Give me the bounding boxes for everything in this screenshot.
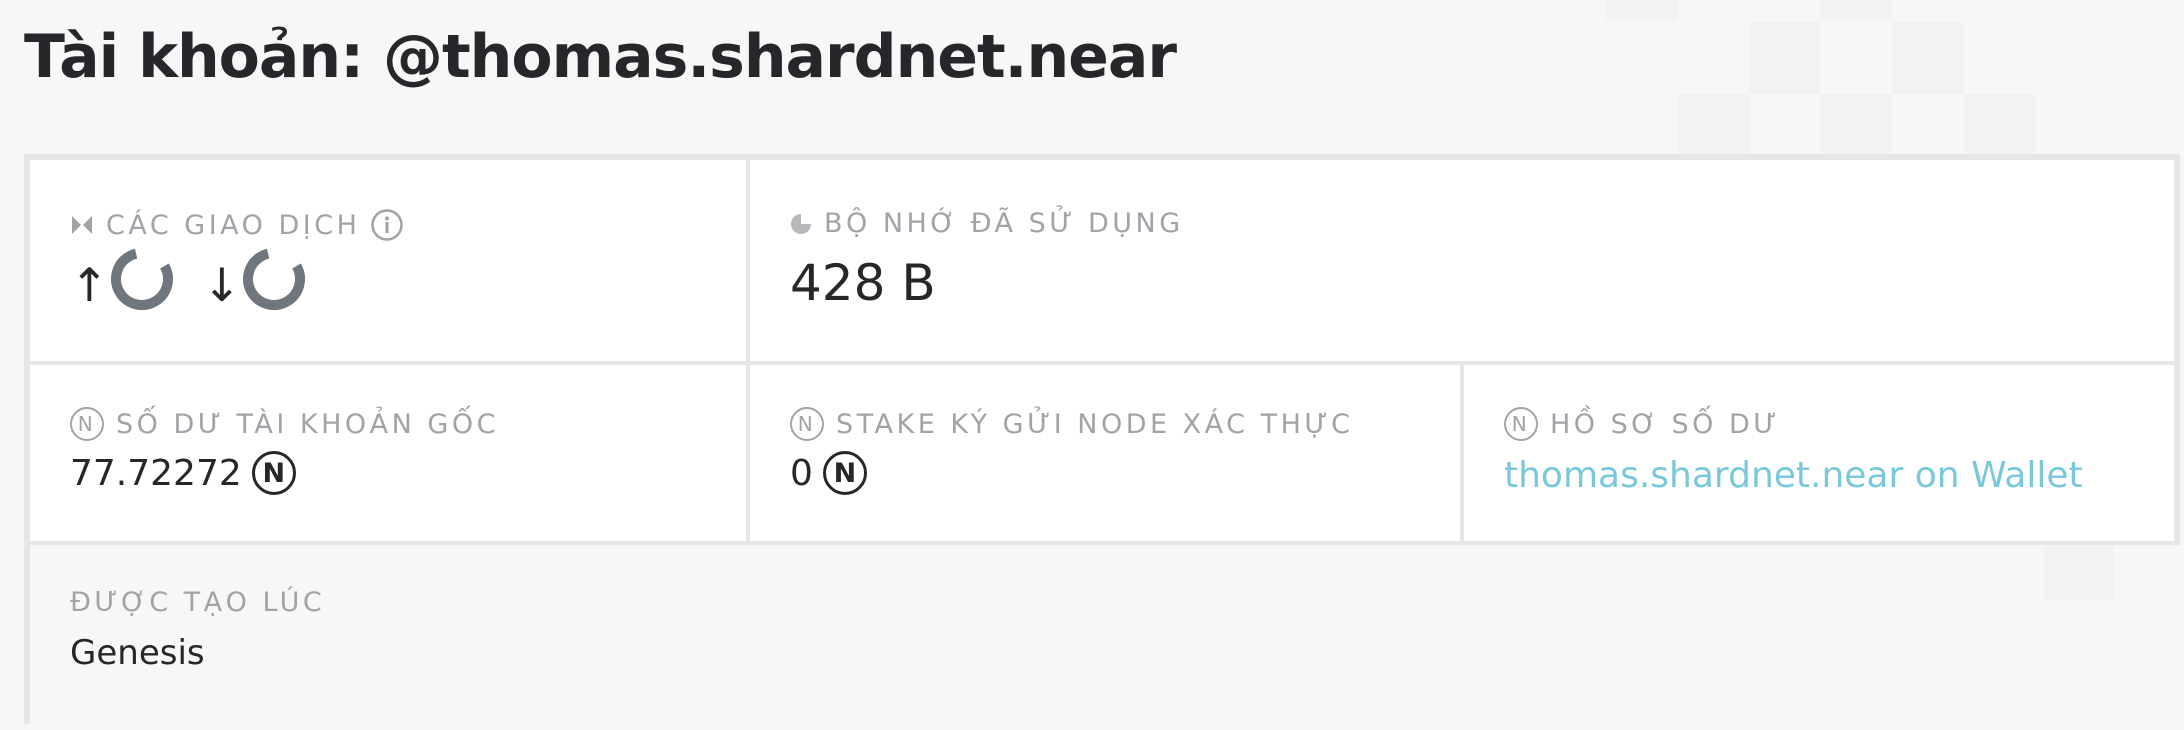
info-icon[interactable] — [370, 208, 404, 242]
incoming-loading-spinner — [107, 244, 177, 314]
balance-profile-cell: N HỒ SƠ SỐ DƯ thomas.shardnet.near on Wa… — [1464, 365, 2180, 541]
background-pattern — [1964, 94, 2036, 154]
transactions-label: CÁC GIAO DỊCH — [106, 209, 361, 241]
background-pattern — [1892, 22, 1964, 94]
near-icon: N — [1504, 407, 1538, 441]
wallet-link[interactable]: thomas.shardnet.near on Wallet — [1504, 455, 2083, 496]
created-label: ĐƯỢC TẠO LÚC — [70, 587, 326, 618]
balance-profile-label: HỒ SƠ SỐ DƯ — [1550, 408, 1780, 440]
validator-stake-cell: N STAKE KÝ GỬI NODE XÁC THỰC 0 N — [750, 365, 1460, 541]
background-pattern — [1820, 94, 1892, 154]
near-icon: N — [251, 451, 296, 495]
incoming-arrow: ↑ — [70, 258, 109, 312]
transactions-cell: CÁC GIAO DỊCH ↑ ↓ — [30, 160, 746, 361]
outgoing-loading-spinner — [239, 244, 309, 314]
background-pattern — [1606, 0, 1678, 20]
created-cell: ĐƯỢC TẠO LÚC Genesis — [30, 545, 2180, 730]
storage-cell: BỘ NHỚ ĐÃ SỬ DỤNG 428 B — [750, 160, 2180, 361]
page-title: Tài khoản: @thomas.shardnet.near — [24, 22, 1177, 92]
background-pattern — [1750, 22, 1820, 94]
account-details-card: CÁC GIAO DỊCH ↑ ↓ BỘ NHỚ ĐÃ SỬ DỤNG 428 … — [24, 154, 2180, 730]
outgoing-arrow: ↓ — [202, 258, 242, 312]
near-icon: N — [822, 451, 867, 495]
background-pattern — [1820, 0, 1892, 20]
native-balance-value: 77.72272 — [70, 452, 242, 494]
background-pattern — [2044, 545, 2114, 601]
validator-stake-label: STAKE KÝ GỬI NODE XÁC THỰC — [836, 408, 1354, 440]
storage-label: BỘ NHỚ ĐÃ SỬ DỤNG — [824, 208, 1184, 239]
validator-stake-value: 0 — [790, 452, 813, 494]
near-icon: N — [790, 407, 824, 441]
near-icon: N — [70, 407, 104, 441]
native-balance-cell: N SỐ DƯ TÀI KHOẢN GỐC 77.72272 N — [30, 365, 746, 541]
storage-value: 428 B — [790, 254, 936, 312]
transfer-icon — [70, 214, 94, 236]
created-value: Genesis — [70, 633, 205, 673]
native-balance-label: SỐ DƯ TÀI KHOẢN GỐC — [116, 408, 499, 440]
background-pattern — [1678, 94, 1750, 154]
storage-pie-icon — [790, 213, 812, 235]
